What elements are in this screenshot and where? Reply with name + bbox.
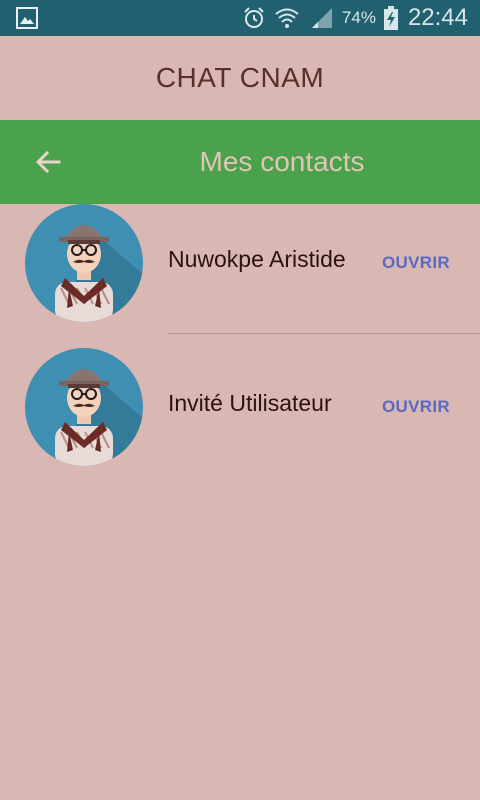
contact-list: Nuwokpe Aristide OUVRIR Invité Utilisate… bbox=[0, 204, 480, 492]
contact-name: Invité Utilisateur bbox=[168, 390, 332, 416]
contact-name: Nuwokpe Aristide bbox=[168, 246, 346, 272]
page-title: Mes contacts bbox=[199, 146, 365, 177]
battery-charging-icon bbox=[383, 6, 398, 30]
image-icon bbox=[16, 7, 38, 29]
list-item[interactable]: Nuwokpe Aristide OUVRIR bbox=[0, 204, 480, 348]
app-header: CHAT CNAM bbox=[0, 36, 480, 120]
battery-percent: 74% bbox=[341, 8, 376, 27]
signal-icon bbox=[311, 8, 332, 28]
alarm-icon bbox=[244, 7, 264, 28]
hipster-avatar-icon bbox=[25, 348, 143, 466]
toolbar: Mes contacts bbox=[0, 120, 480, 204]
divider bbox=[168, 333, 480, 334]
status-icons: 74% 22:44 bbox=[242, 0, 468, 36]
open-button[interactable]: OUVRIR bbox=[382, 253, 450, 273]
clock: 22:44 bbox=[407, 4, 468, 31]
app-title: CHAT CNAM bbox=[155, 62, 325, 93]
list-item[interactable]: Invité Utilisateur OUVRIR bbox=[0, 348, 480, 492]
open-button[interactable]: OUVRIR bbox=[382, 397, 450, 417]
wifi-icon bbox=[275, 8, 299, 28]
hipster-avatar-icon bbox=[25, 204, 143, 322]
status-bar: 74% 22:44 bbox=[0, 0, 480, 36]
